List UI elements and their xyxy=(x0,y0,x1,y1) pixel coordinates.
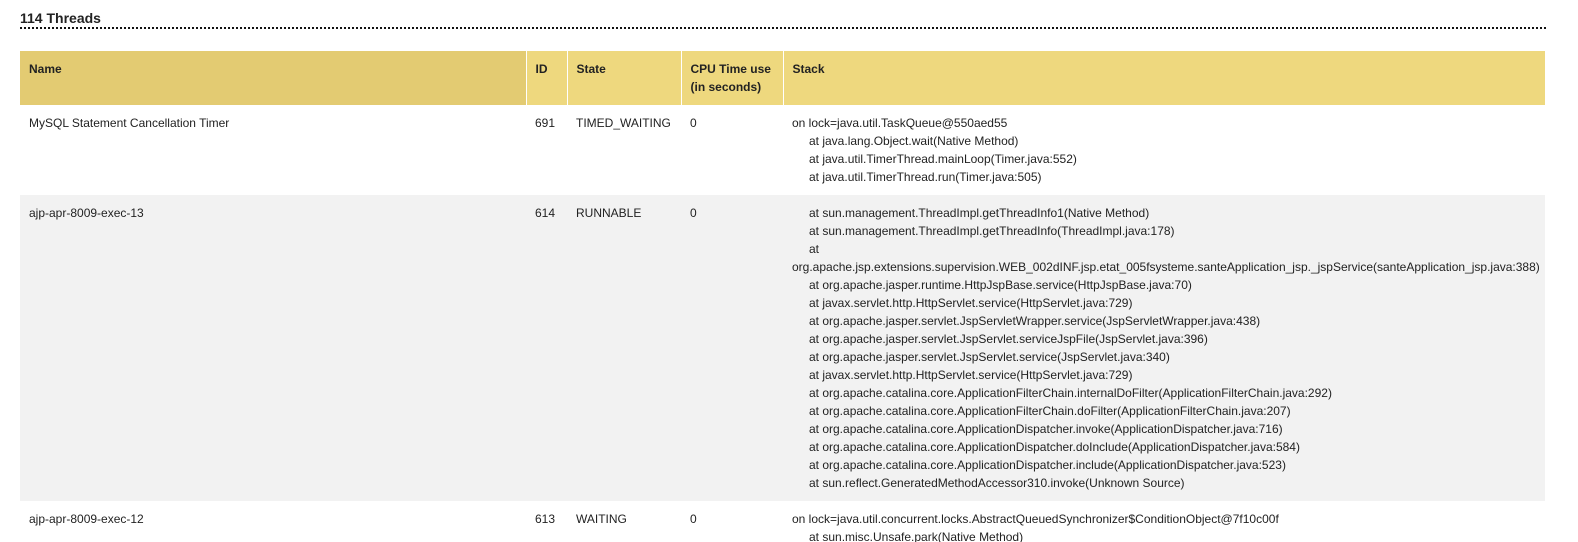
thread-cpu-time: 0 xyxy=(681,195,783,501)
stack-line: at sun.misc.Unsafe.park(Native Method) xyxy=(809,530,1024,542)
table-header: Name ID State CPU Time use (in seconds) … xyxy=(20,51,1545,105)
column-header-name[interactable]: Name xyxy=(20,51,527,105)
table-row: MySQL Statement Cancellation Timer 691 T… xyxy=(20,105,1545,195)
thread-state: TIMED_WAITING xyxy=(567,105,681,195)
thread-state: WAITING xyxy=(567,501,681,542)
thread-name: ajp-apr-8009-exec-12 xyxy=(20,501,526,542)
thread-state: RUNNABLE xyxy=(567,195,681,501)
cpu-header-line2: (in seconds) xyxy=(690,80,762,94)
column-header-id[interactable]: ID xyxy=(526,51,568,105)
thread-name: ajp-apr-8009-exec-13 xyxy=(20,195,526,501)
table-row: ajp-apr-8009-exec-12 613 WAITING 0 on lo… xyxy=(20,501,1545,542)
column-header-state[interactable]: State xyxy=(567,51,682,105)
stack-line: at java.util.TimerThread.mainLoop(Timer.… xyxy=(809,152,1077,166)
stack-line: at java.util.TimerThread.run(Timer.java:… xyxy=(809,170,1042,184)
thread-cpu-time: 0 xyxy=(681,501,783,542)
stack-line: at org.apache.catalina.core.ApplicationF… xyxy=(809,404,1291,418)
thread-cpu-time: 0 xyxy=(681,105,783,195)
stack-line: at org.apache.jasper.servlet.JspServlet.… xyxy=(809,350,1170,364)
threads-table: Name ID State CPU Time use (in seconds) … xyxy=(20,51,1545,542)
column-header-cpu-time[interactable]: CPU Time use (in seconds) xyxy=(681,51,784,105)
section-title: 114 Threads xyxy=(20,0,1546,29)
stack-line: on lock=java.util.TaskQueue@550aed55 xyxy=(792,116,1008,130)
stack-line: at java.lang.Object.wait(Native Method) xyxy=(809,134,1019,148)
stack-line: at sun.management.ThreadImpl.getThreadIn… xyxy=(809,224,1175,238)
stack-line: at sun.management.ThreadImpl.getThreadIn… xyxy=(809,206,1150,220)
stack-line: at org.apache.catalina.core.ApplicationD… xyxy=(809,458,1286,472)
stack-line: at sun.reflect.GeneratedMethodAccessor31… xyxy=(809,476,1185,490)
stack-line: at xyxy=(809,242,820,256)
stack-line: at org.apache.catalina.core.ApplicationF… xyxy=(809,386,1332,400)
thread-stack: on lock=java.util.concurrent.locks.Abstr… xyxy=(783,501,1545,542)
table-body: MySQL Statement Cancellation Timer 691 T… xyxy=(20,105,1545,542)
header-row: Name ID State CPU Time use (in seconds) … xyxy=(20,51,1545,105)
threads-panel: 114 Threads Name ID State CPU Time use (… xyxy=(0,0,1578,542)
stack-line: at org.apache.catalina.core.ApplicationD… xyxy=(809,440,1300,454)
stack-line: at org.apache.catalina.core.ApplicationD… xyxy=(809,422,1283,436)
cpu-header-line1: CPU Time use xyxy=(690,62,771,76)
stack-line: at javax.servlet.http.HttpServlet.servic… xyxy=(809,296,1133,310)
stack-line: on lock=java.util.concurrent.locks.Abstr… xyxy=(792,512,1279,526)
stack-line: at org.apache.jasper.servlet.JspServletW… xyxy=(809,314,1261,328)
stack-line: at javax.servlet.http.HttpServlet.servic… xyxy=(809,368,1133,382)
thread-id: 613 xyxy=(526,501,567,542)
stack-line: at org.apache.jasper.servlet.JspServlet.… xyxy=(809,332,1208,346)
table-row: ajp-apr-8009-exec-13 614 RUNNABLE 0 at s… xyxy=(20,195,1545,501)
thread-id: 691 xyxy=(526,105,567,195)
thread-stack: at sun.management.ThreadImpl.getThreadIn… xyxy=(783,195,1545,501)
column-header-stack[interactable]: Stack xyxy=(783,51,1545,105)
stack-line: at org.apache.jasper.runtime.HttpJspBase… xyxy=(809,278,1192,292)
thread-id: 614 xyxy=(526,195,567,501)
thread-name: MySQL Statement Cancellation Timer xyxy=(20,105,526,195)
stack-line: org.apache.jsp.extensions.supervision.WE… xyxy=(792,260,1540,274)
thread-stack: on lock=java.util.TaskQueue@550aed55 at … xyxy=(783,105,1545,195)
